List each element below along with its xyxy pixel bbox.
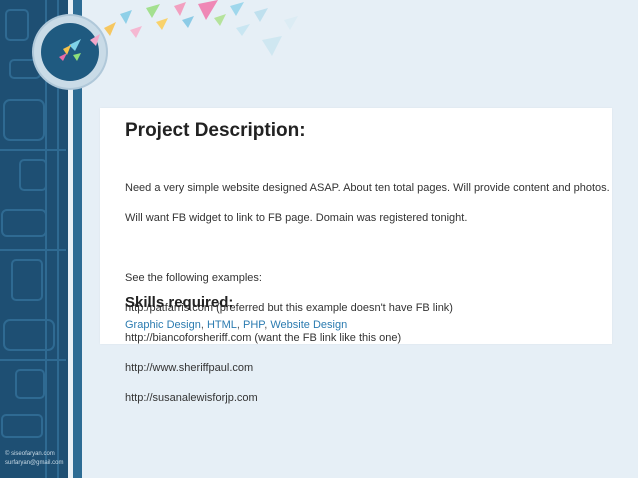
project-card: Project Description: Need a very simple … [100,108,612,404]
example-line: http://biancoforsheriff.com (want the FB… [125,332,402,344]
description-line: Will want FB widget to link to FB page. … [125,212,468,224]
skill-link-website-design[interactable]: Website Design [270,319,347,331]
credit-line-website: © siseofaryan.com [5,451,55,457]
example-line: http://susanalewisforjp.com [125,392,258,404]
skills-list: Graphic Design, HTML, PHP, Website Desig… [125,319,348,331]
description-line: Need a very simple website designed ASAP… [125,182,610,194]
project-title: Project Description: [125,120,306,141]
skill-link-graphic-design[interactable]: Graphic Design [125,319,201,331]
flying-birds-decoration [90,0,298,56]
examples-intro: See the following examples: [125,272,262,284]
example-line: http://www.sheriffpaul.com [125,362,254,374]
skill-link-html[interactable]: HTML [207,319,237,331]
skills-heading: Skills required: [125,294,234,311]
skill-link-php[interactable]: PHP [243,319,264,331]
credit-line-email: surfaryan@gmail.com [5,460,64,466]
credit-text: © siseofaryan.com surfaryan@gmail.com [5,450,63,468]
